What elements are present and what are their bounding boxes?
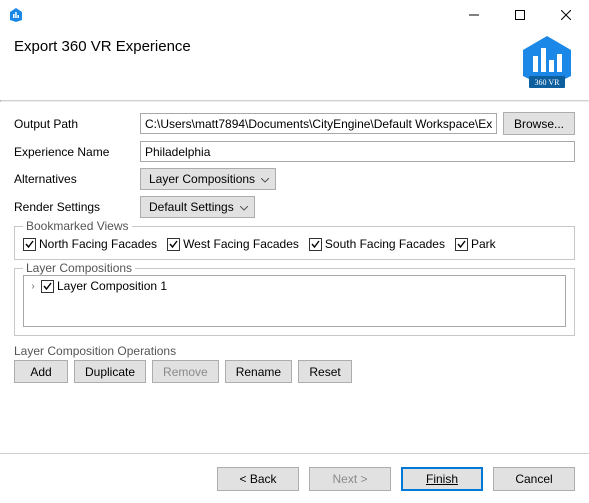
app-icon — [8, 7, 24, 23]
checkbox-icon — [309, 238, 322, 251]
finish-button[interactable]: Finish — [401, 467, 483, 491]
render-settings-label: Render Settings — [14, 200, 140, 214]
back-button[interactable]: < Back — [217, 467, 299, 491]
chevron-down-icon — [240, 200, 248, 214]
checkbox-icon — [455, 238, 468, 251]
browse-button[interactable]: Browse... — [503, 112, 575, 135]
bookmarked-views-legend: Bookmarked Views — [23, 219, 132, 233]
tree-item-label: Layer Composition 1 — [57, 279, 167, 293]
alternatives-label: Alternatives — [14, 172, 140, 186]
checkbox-icon — [167, 238, 180, 251]
alternatives-select[interactable]: Layer Compositions — [140, 168, 276, 190]
layer-compositions-group: Layer Compositions › Layer Composition 1 — [14, 268, 575, 336]
bookmark-label: Park — [471, 237, 496, 251]
maximize-button[interactable] — [497, 0, 543, 30]
experience-name-input[interactable] — [140, 141, 575, 162]
vr-logo: 360 VR — [519, 34, 575, 93]
window-controls — [451, 0, 589, 30]
tree-row[interactable]: › Layer Composition 1 — [28, 279, 561, 293]
svg-text:360 VR: 360 VR — [535, 78, 561, 87]
operations-row: Add Duplicate Remove Rename Reset — [14, 360, 575, 383]
dialog-footer: < Back Next > Finish Cancel — [0, 453, 589, 503]
rename-button[interactable]: Rename — [225, 360, 292, 383]
tree-expander-icon[interactable]: › — [28, 281, 38, 292]
dialog-header: Export 360 VR Experience 360 VR — [0, 30, 589, 100]
alternatives-value: Layer Compositions — [149, 172, 255, 186]
operations-legend: Layer Composition Operations — [14, 344, 575, 358]
remove-button: Remove — [152, 360, 219, 383]
duplicate-button[interactable]: Duplicate — [74, 360, 146, 383]
layer-compositions-tree[interactable]: › Layer Composition 1 — [23, 275, 566, 327]
render-settings-value: Default Settings — [149, 200, 234, 214]
bookmark-checkbox-south[interactable]: South Facing Facades — [309, 237, 445, 251]
bookmark-label: South Facing Facades — [325, 237, 445, 251]
experience-name-label: Experience Name — [14, 145, 140, 159]
layer-compositions-legend: Layer Compositions — [23, 261, 135, 275]
bookmark-checkbox-park[interactable]: Park — [455, 237, 496, 251]
chevron-down-icon — [261, 172, 269, 186]
bookmark-checkbox-west[interactable]: West Facing Facades — [167, 237, 299, 251]
reset-button[interactable]: Reset — [298, 360, 352, 383]
checkbox-icon[interactable] — [41, 280, 54, 293]
render-settings-select[interactable]: Default Settings — [140, 196, 255, 218]
checkbox-icon — [23, 238, 36, 251]
add-button[interactable]: Add — [14, 360, 68, 383]
cancel-button[interactable]: Cancel — [493, 467, 575, 491]
dialog-title: Export 360 VR Experience — [14, 38, 575, 55]
next-button: Next > — [309, 467, 391, 491]
output-path-label: Output Path — [14, 117, 140, 131]
bookmark-label: North Facing Facades — [39, 237, 157, 251]
output-path-input[interactable] — [140, 113, 497, 134]
titlebar — [0, 0, 589, 30]
bookmark-label: West Facing Facades — [183, 237, 299, 251]
close-button[interactable] — [543, 0, 589, 30]
bookmark-checkbox-north[interactable]: North Facing Facades — [23, 237, 157, 251]
dialog-content: Output Path Browse... Experience Name Al… — [0, 102, 589, 383]
bookmarked-views-group: Bookmarked Views North Facing Facades We… — [14, 226, 575, 260]
minimize-button[interactable] — [451, 0, 497, 30]
